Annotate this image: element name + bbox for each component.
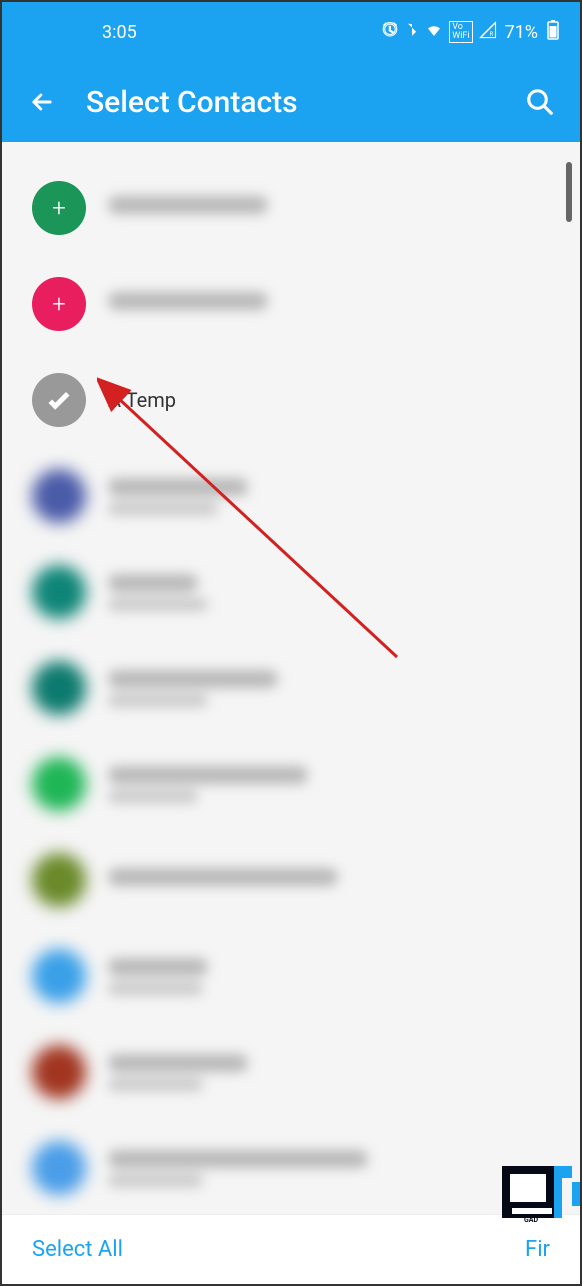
contact-info-blurred bbox=[108, 670, 550, 707]
contact-avatar: + bbox=[32, 181, 86, 235]
contact-item[interactable] bbox=[2, 544, 580, 640]
contact-item[interactable] bbox=[2, 640, 580, 736]
alarm-icon bbox=[381, 21, 399, 43]
svg-text:GAD: GAD bbox=[524, 1216, 538, 1224]
bottom-right-action[interactable]: Fir bbox=[525, 1237, 550, 1262]
contact-item[interactable] bbox=[2, 1024, 580, 1120]
contact-info-blurred bbox=[108, 1150, 550, 1187]
contact-item[interactable] bbox=[2, 448, 580, 544]
contact-avatar bbox=[32, 757, 86, 811]
battery-percent: 71% bbox=[505, 22, 538, 43]
bluetooth-icon bbox=[405, 21, 419, 43]
contact-avatar: + bbox=[32, 277, 86, 331]
contact-info-blurred bbox=[108, 196, 550, 220]
contact-info-blurred bbox=[108, 1054, 550, 1091]
contact-item[interactable] bbox=[2, 1120, 580, 1214]
watermark-logo: GAD bbox=[502, 1148, 580, 1226]
contact-avatar bbox=[32, 853, 86, 907]
page-title: Select Contacts bbox=[86, 85, 520, 120]
contact-item[interactable]: + bbox=[2, 160, 580, 256]
contact-avatar bbox=[32, 469, 86, 523]
contact-avatar bbox=[32, 1045, 86, 1099]
contact-item[interactable] bbox=[2, 736, 580, 832]
status-bar: 3:05 VoWiFi R 71% bbox=[2, 2, 580, 62]
search-button[interactable] bbox=[520, 82, 560, 122]
svg-text:R: R bbox=[489, 31, 493, 38]
contact-avatar bbox=[32, 661, 86, 715]
contact-list[interactable]: + + A Temp bbox=[2, 142, 580, 1214]
contact-avatar bbox=[32, 949, 86, 1003]
contact-info-blurred bbox=[108, 478, 550, 515]
select-all-button[interactable]: Select All bbox=[32, 1237, 123, 1262]
contact-avatar bbox=[32, 565, 86, 619]
contact-item[interactable] bbox=[2, 928, 580, 1024]
signal-icon: R bbox=[479, 21, 497, 43]
status-time: 3:05 bbox=[22, 22, 137, 43]
contact-item[interactable]: + bbox=[2, 256, 580, 352]
bottom-bar: Select All Fir bbox=[2, 1214, 580, 1284]
contact-name: A Temp bbox=[108, 388, 550, 412]
contact-info-blurred bbox=[108, 868, 550, 892]
app-bar: Select Contacts bbox=[2, 62, 580, 142]
back-button[interactable] bbox=[22, 82, 62, 122]
status-icons: VoWiFi R bbox=[381, 21, 496, 43]
contact-avatar bbox=[32, 1141, 86, 1195]
contact-info-blurred bbox=[108, 574, 550, 611]
status-right: VoWiFi R 71% bbox=[381, 20, 560, 45]
contact-info-blurred bbox=[108, 958, 550, 995]
contact-info-blurred bbox=[108, 292, 550, 316]
contact-info-blurred bbox=[108, 766, 550, 803]
contact-item-selected[interactable]: A Temp bbox=[2, 352, 580, 448]
contact-info: A Temp bbox=[108, 388, 550, 412]
vowifi-icon: VoWiFi bbox=[449, 21, 472, 43]
wifi-icon bbox=[425, 21, 443, 43]
battery-icon bbox=[546, 20, 560, 45]
contact-item[interactable] bbox=[2, 832, 580, 928]
selected-check-icon bbox=[32, 373, 86, 427]
